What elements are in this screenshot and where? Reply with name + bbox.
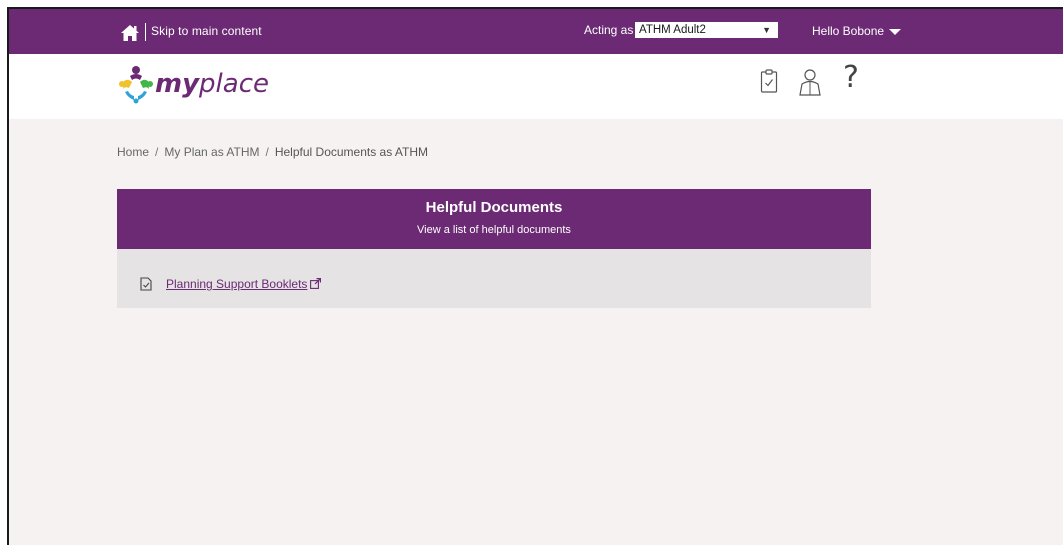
documents-list: Planning Support Booklets [117, 249, 871, 308]
select-arrow-icon: ▼ [762, 25, 771, 35]
logo-text-place: place [199, 69, 269, 99]
page-title: Helpful Documents [425, 199, 563, 216]
acting-as-select[interactable]: ATHM Adult2 ▼ [635, 22, 778, 38]
person-icon[interactable] [798, 68, 822, 96]
logo-icon [119, 66, 153, 104]
breadcrumb-separator: / [265, 145, 269, 159]
document-icon [140, 277, 152, 291]
acting-as-label: Acting as [584, 23, 634, 37]
breadcrumb: Home / My Plan as ATHM / Helpful Documents a… [117, 145, 428, 159]
user-greeting: Hello Bobone [812, 24, 885, 38]
myplace-logo[interactable]: myplace [117, 64, 287, 108]
document-label: Planning Support Booklets [166, 277, 308, 291]
skip-to-main-link[interactable]: Skip to main content [151, 24, 262, 38]
page-subtitle: View a list of helpful documents [417, 224, 571, 236]
browser-viewport: Skip to main content Acting as ATHM Adul… [7, 7, 1063, 545]
logo-text-my: my [155, 69, 200, 99]
logo-text: myplace [155, 69, 269, 99]
user-menu[interactable]: Hello Bobone [812, 24, 902, 38]
divider [145, 23, 146, 41]
breadcrumb-current: Helpful Documents as ATHM [274, 145, 429, 159]
top-bar: Skip to main content Acting as ATHM Adul… [9, 9, 1063, 54]
planning-support-booklets-link[interactable]: Planning Support Booklets [166, 277, 322, 291]
breadcrumb-home[interactable]: Home [117, 145, 149, 159]
help-icon[interactable]: ? [843, 60, 859, 95]
acting-as-value: ATHM Adult2 [639, 24, 706, 36]
home-icon[interactable] [120, 24, 140, 42]
caret-down-icon [889, 28, 902, 35]
clipboard-check-icon[interactable] [760, 68, 778, 94]
breadcrumb-my-plan[interactable]: My Plan as ATHM [164, 145, 259, 159]
breadcrumb-separator: / [155, 145, 159, 159]
external-link-icon [310, 278, 322, 289]
helpful-documents-header: Helpful Documents View a list of helpful… [117, 189, 871, 249]
site-header: myplace ? [9, 54, 1063, 119]
